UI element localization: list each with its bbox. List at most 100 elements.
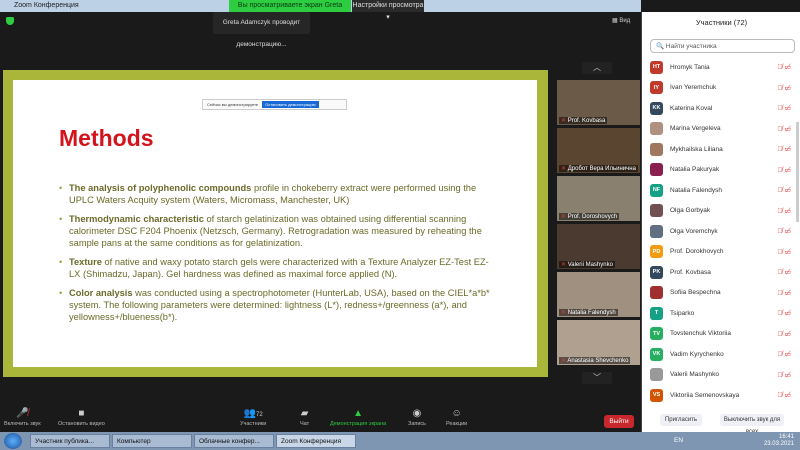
slide-bullets: The analysis of polyphenolic compounds p… — [59, 182, 499, 330]
mic-camera-muted-icon: 🎙̸ ▭̸ — [777, 392, 791, 399]
mic-camera-muted-icon: 🎙̸ ▭̸ — [777, 146, 791, 153]
participant-name: Prof. Kovbasa — [670, 268, 711, 276]
taskbar-item[interactable]: Компьютер — [112, 434, 192, 448]
participant-name: Olga Voremchyk — [670, 227, 718, 235]
avatar: NF — [650, 183, 663, 197]
stop-video-button[interactable]: ■ Остановить видео — [58, 408, 105, 427]
mic-camera-muted-icon: 🎙̸ ▭̸ — [777, 166, 791, 174]
taskbar-item[interactable]: Облачные конфер... — [194, 434, 274, 448]
scrollbar[interactable] — [796, 122, 799, 222]
view-settings-button[interactable]: Настройки просмотра ▾ — [352, 0, 424, 21]
participant-item[interactable]: VS Viktoriia Semenovskaya 🎙̸ ▭̸ — [650, 386, 795, 404]
meeting-toolbar: 🎤̸ Включить звук ■ Остановить видео 👥72 Уча… — [0, 405, 641, 432]
reactions-button[interactable]: ☺ Реакции — [446, 408, 467, 427]
participants-panel: Участники (72) 🔍 Найти участника HT Hromy… — [641, 12, 800, 435]
participant-item[interactable]: PK Prof. Kovbasa 🎙̸ ▭̸ — [650, 263, 795, 281]
video-tile[interactable]: Anastasia Shevchenko — [557, 320, 640, 365]
participant-item[interactable]: TV Tovstenchuk Viktoriia 🎙̸ ▭̸ — [650, 325, 795, 343]
record-icon: ◉ — [412, 408, 422, 419]
leave-button[interactable]: Выйти — [604, 415, 634, 428]
bullet: The analysis of polyphenolic compounds p… — [59, 182, 499, 206]
mic-camera-muted-icon: 🎙̸ ▭̸ — [777, 351, 791, 358]
mic-camera-muted-icon: 🎙̸ ▭̸ — [777, 64, 791, 71]
avatar: VS — [650, 388, 663, 402]
invite-button[interactable]: Пригласить — [660, 414, 702, 426]
participant-name: Sofiia Bespechna — [670, 289, 721, 296]
participant-item[interactable]: T Tsiparko 🎙̸ ▭̸ — [650, 304, 795, 322]
participant-name: Natalia Falendysh — [670, 186, 723, 194]
participant-item[interactable]: Mykhailska Liliana 🎙̸ ▭̸ — [650, 140, 795, 158]
mic-camera-muted-icon: 🎙̸ ▭̸ — [777, 207, 791, 215]
avatar: IY — [650, 81, 663, 94]
avatar: PK — [650, 265, 663, 279]
camera-icon: ■ — [78, 408, 85, 419]
chevron-up-icon[interactable]: ︿ — [582, 62, 612, 74]
participant-item[interactable]: Natalia Pakuryak 🎙̸ ▭̸ — [650, 161, 795, 179]
participant-item[interactable]: Olga Voremchyk 🎙̸ ▭̸ — [650, 222, 795, 240]
share-screen-button[interactable]: ▲ Демонстрация экрана — [330, 408, 386, 427]
participant-item[interactable]: Valerii Mashynko 🎙̸ ▭̸ — [650, 366, 795, 384]
video-tile[interactable]: Дробот Вера Ильинична — [557, 128, 640, 173]
mic-camera-muted-icon: 🎙̸ ▭̸ — [777, 105, 791, 112]
participant-item[interactable]: PD Prof. Dorokhovych 🎙̸ ▭̸ — [650, 243, 795, 261]
mic-muted-icon: 🎤̸ — [16, 408, 29, 419]
slide-title: Methods — [59, 125, 154, 151]
participant-name: Mykhailska Liliana — [670, 145, 723, 153]
mic-camera-muted-icon: 🎙̸ ▭̸ — [777, 125, 791, 133]
avatar — [650, 122, 663, 135]
mic-camera-muted-icon: 🎙̸ ▭̸ — [777, 228, 791, 235]
view-label: Вид — [619, 18, 631, 24]
video-tile[interactable]: Prof. Doroshovych — [557, 176, 640, 221]
participants-title: Участники (72) — [695, 18, 748, 27]
participant-name: Marina Vergeleva — [670, 125, 721, 132]
video-tile[interactable]: Prof. Kovbasa — [557, 80, 640, 125]
bullet: Texture of native and waxy potato starch… — [59, 256, 499, 280]
avatar — [650, 204, 663, 217]
shield-icon[interactable] — [6, 17, 14, 25]
stop-share-button[interactable]: Остановить демонстрацию — [262, 101, 319, 108]
chat-button[interactable]: ▰ Чат — [300, 408, 309, 427]
unmute-button[interactable]: 🎤̸ Включить звук — [4, 408, 41, 427]
mic-camera-muted-icon: 🎙̸ ▭̸ — [777, 289, 791, 297]
video-tile[interactable]: Valerii Mashynko — [557, 224, 640, 269]
sharing-tooltip: Greta Adamczyk проводит демонстрацию... — [213, 12, 310, 48]
participant-item[interactable]: IY Ivan Yeremchuk 🎙̸ ▭̸ — [650, 79, 795, 97]
participant-search-input[interactable]: 🔍 Найти участника — [650, 39, 795, 53]
participant-item[interactable]: KK Katerina Koval 🎙̸ ▭̸ — [650, 99, 795, 117]
view-button[interactable]: ▦ Вид — [612, 17, 630, 24]
share-screen-icon: ▲ — [353, 408, 364, 419]
participant-name: Natalia Pakuryak — [670, 166, 720, 173]
chat-icon: ▰ — [300, 408, 309, 419]
participant-name: Tsiparko — [670, 309, 695, 317]
participant-item[interactable]: Olga Gorbyak 🎙̸ ▭̸ — [650, 202, 795, 220]
mute-all-button[interactable]: Выключить звук для всех — [720, 414, 784, 435]
participant-name: Valerii Mashynko — [670, 371, 720, 378]
participant-item[interactable]: NF Natalia Falendysh 🎙̸ ▭̸ — [650, 181, 795, 199]
taskbar-item[interactable]: Участник публика... — [30, 434, 110, 448]
record-button[interactable]: ◉ Запись — [408, 408, 426, 427]
taskbar-item[interactable]: Zoom Конференция — [276, 434, 356, 448]
mic-camera-muted-icon: 🎙̸ ▭̸ — [777, 310, 791, 317]
participant-item[interactable]: Sofiia Bespechna 🎙̸ ▭̸ — [650, 284, 795, 302]
mic-camera-muted-icon: 🎙̸ ▭̸ — [777, 330, 791, 338]
participant-item[interactable]: HT Hromyk Tania 🎙̸ ▭̸ — [650, 58, 795, 76]
participant-name: Katerina Koval — [670, 104, 713, 112]
clock: 16:41 23.03.2021 — [763, 434, 794, 447]
participant-name: Prof. Dorokhovych — [670, 248, 724, 255]
participants-button[interactable]: 👥72 Участники — [240, 408, 266, 427]
video-strip: ︿ Prof. Kovbasa Дробот Вера Ильинична Pr… — [557, 60, 640, 390]
participants-icon: 👥72 — [243, 408, 263, 419]
video-tile[interactable]: Natalia Falendysh — [557, 272, 640, 317]
avatar: VK — [650, 347, 663, 361]
language-indicator[interactable]: EN — [674, 437, 683, 444]
avatar: T — [650, 306, 663, 320]
chevron-down-icon[interactable]: ﹀ — [582, 372, 612, 384]
participant-item[interactable]: Marina Vergeleva 🎙̸ ▭̸ — [650, 120, 795, 138]
participant-name: Olga Gorbyak — [670, 207, 711, 214]
avatar — [650, 286, 663, 299]
share-text: Сейчас вы демонстрируете — [207, 102, 259, 107]
start-button[interactable] — [4, 433, 22, 449]
participant-item[interactable]: VK Vadim Kyrychenko 🎙̸ ▭̸ — [650, 345, 795, 363]
avatar: KK — [650, 101, 663, 115]
mic-camera-muted-icon: 🎙̸ ▭̸ — [777, 269, 791, 276]
